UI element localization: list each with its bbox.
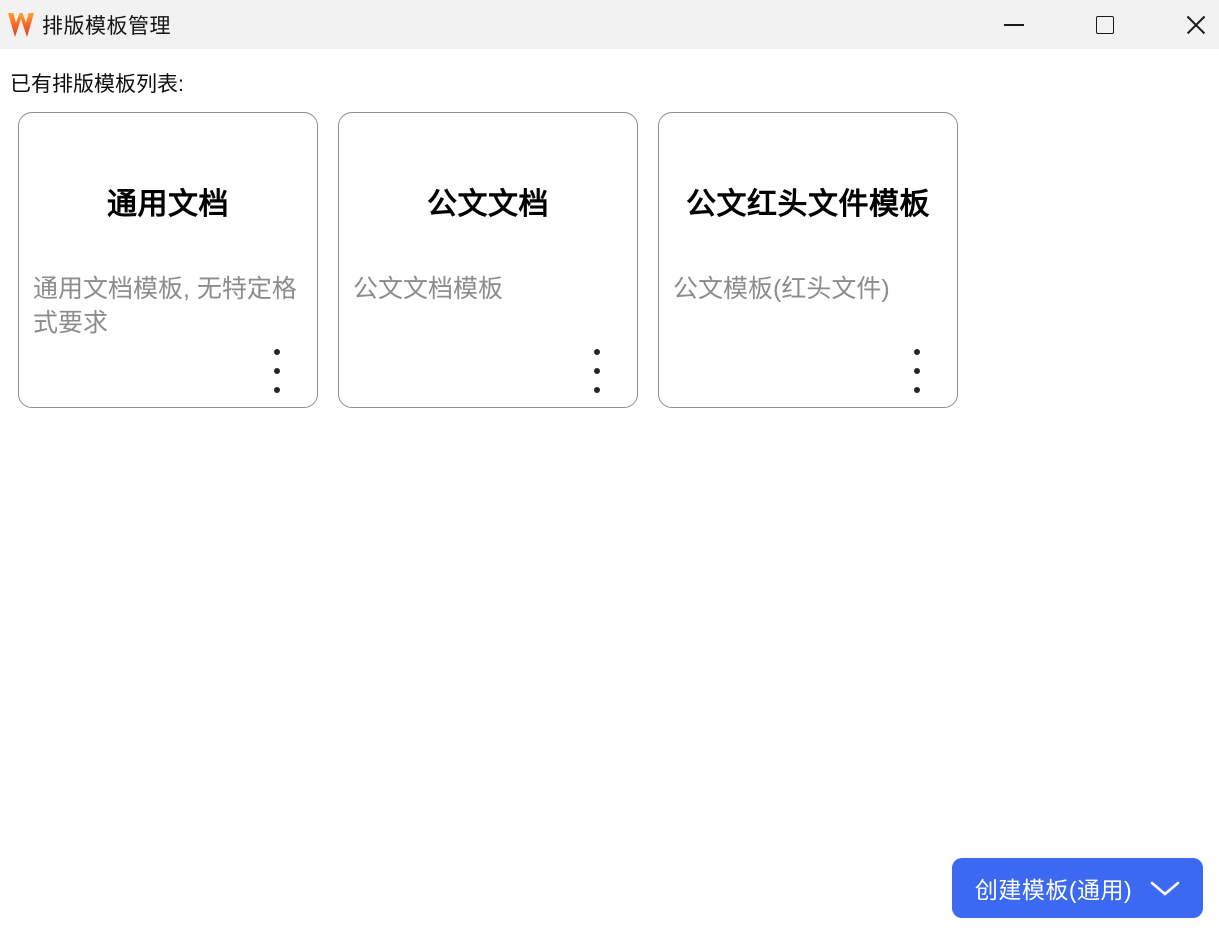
window-controls <box>946 0 1219 49</box>
close-button[interactable] <box>1173 0 1219 49</box>
template-description: 公文模板(红头文件) <box>659 273 957 307</box>
wps-logo-icon <box>7 12 35 38</box>
kebab-menu-button[interactable] <box>588 345 606 397</box>
template-card-redheader[interactable]: 公文红头文件模板 公文模板(红头文件) <box>658 112 958 408</box>
close-icon <box>1186 15 1206 35</box>
template-title: 公文红头文件模板 <box>659 179 957 223</box>
kebab-menu-icon <box>274 349 280 355</box>
window-title: 排版模板管理 <box>42 10 171 40</box>
maximize-button[interactable] <box>1082 0 1128 49</box>
template-card-list: 通用文档 通用文档模板, 无特定格式要求 公文文档 公文文档模板 公文红头文件模… <box>18 112 958 408</box>
template-card-official[interactable]: 公文文档 公文文档模板 <box>338 112 638 408</box>
template-description: 公文文档模板 <box>339 273 637 307</box>
template-card-general[interactable]: 通用文档 通用文档模板, 无特定格式要求 <box>18 112 318 408</box>
template-description: 通用文档模板, 无特定格式要求 <box>19 273 317 340</box>
template-title: 公文文档 <box>339 179 637 223</box>
minimize-button[interactable] <box>991 0 1037 49</box>
template-list-label: 已有排版模板列表: <box>10 68 184 98</box>
template-title: 通用文档 <box>19 179 317 223</box>
kebab-menu-button[interactable] <box>268 345 286 397</box>
create-template-button[interactable]: 创建模板(通用) <box>952 858 1203 918</box>
kebab-menu-button[interactable] <box>908 345 926 397</box>
create-template-label: 创建模板(通用) <box>975 871 1132 905</box>
minimize-icon <box>1004 24 1024 26</box>
chevron-down-icon[interactable] <box>1150 881 1180 896</box>
kebab-menu-icon <box>594 349 600 355</box>
maximize-icon <box>1096 16 1114 34</box>
kebab-menu-icon <box>914 349 920 355</box>
titlebar: 排版模板管理 <box>0 0 1219 49</box>
